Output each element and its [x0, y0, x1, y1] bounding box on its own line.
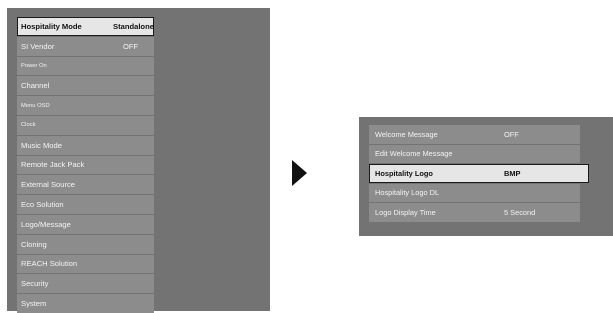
menu-item-menu-osd[interactable]: Menu OSD [17, 96, 154, 115]
menu-item-power-on[interactable]: Power On [17, 56, 154, 76]
submenu-item-label: Hospitality Logo DL [375, 188, 440, 198]
submenu-item-label: Logo Display Time [375, 207, 436, 217]
menu-item-label: Menu OSD [21, 102, 50, 109]
menu-item-system[interactable]: System [17, 294, 154, 313]
submenu-item-label: Welcome Message [375, 129, 438, 139]
menu-item-si-vendor[interactable]: SI Vendor OFF [17, 36, 154, 56]
play-arrow-right-icon [292, 160, 307, 186]
menu-item-value: OFF [123, 41, 139, 51]
menu-item-external-source[interactable]: External Source [17, 175, 154, 195]
submenu-item-label: Edit Welcome Message [375, 149, 453, 159]
menu-item-label: Remote Jack Pack [21, 160, 85, 170]
menu-item-channel[interactable]: Channel [17, 76, 154, 96]
hospitality-menu: Hospitality Mode Standalone SI Vendor OF… [17, 17, 154, 313]
menu-item-label: Power On [21, 62, 47, 69]
menu-item-label: Security [21, 279, 49, 289]
menu-item-label: REACH Solution [21, 259, 78, 269]
menu-item-clock[interactable]: Clock [17, 115, 154, 135]
menu-item-reach-solution[interactable]: REACH Solution [17, 254, 154, 274]
submenu-item-value: OFF [504, 129, 519, 139]
logo-message-submenu-panel: Welcome Message OFF Edit Welcome Message… [359, 117, 613, 236]
menu-item-remote-jack-pack[interactable]: Remote Jack Pack [17, 155, 154, 175]
hospitality-settings-panel: Hospitality Mode Standalone SI Vendor OF… [7, 8, 270, 313]
menu-item-label: External Source [21, 180, 76, 190]
menu-item-hospitality-mode[interactable]: Hospitality Mode Standalone [17, 17, 154, 36]
submenu-item-logo-display-time[interactable]: Logo Display Time 5 Second [369, 203, 580, 222]
menu-item-label: Logo/Message [21, 219, 71, 229]
menu-item-security[interactable]: Security [17, 274, 154, 294]
menu-item-cloning[interactable]: Cloning [17, 234, 154, 254]
submenu-item-value: 5 Second [504, 207, 536, 217]
submenu-item-welcome-message[interactable]: Welcome Message OFF [369, 125, 580, 144]
menu-item-label: SI Vendor [21, 41, 55, 51]
submenu-item-hospitality-logo-dl[interactable]: Hospitality Logo DL [369, 183, 580, 202]
menu-item-label: Eco Solution [21, 200, 64, 210]
submenu-item-edit-welcome-message[interactable]: Edit Welcome Message [369, 144, 580, 163]
menu-item-label: Clock [21, 122, 36, 129]
submenu-item-label: Hospitality Logo [375, 168, 433, 178]
menu-item-music-mode[interactable]: Music Mode [17, 135, 154, 155]
submenu-item-hospitality-logo[interactable]: Hospitality Logo BMP [369, 164, 589, 183]
menu-item-label: System [21, 299, 47, 309]
menu-item-label: Hospitality Mode [21, 21, 82, 31]
menu-item-value: Standalone [113, 21, 154, 31]
submenu-item-value: BMP [504, 168, 521, 178]
menu-item-logo-message[interactable]: Logo/Message [17, 214, 154, 234]
menu-item-eco-solution[interactable]: Eco Solution [17, 195, 154, 214]
menu-item-label: Cloning [21, 239, 47, 249]
logo-message-submenu: Welcome Message OFF Edit Welcome Message… [369, 125, 589, 222]
menu-item-label: Music Mode [21, 140, 62, 150]
menu-item-label: Channel [21, 81, 50, 91]
